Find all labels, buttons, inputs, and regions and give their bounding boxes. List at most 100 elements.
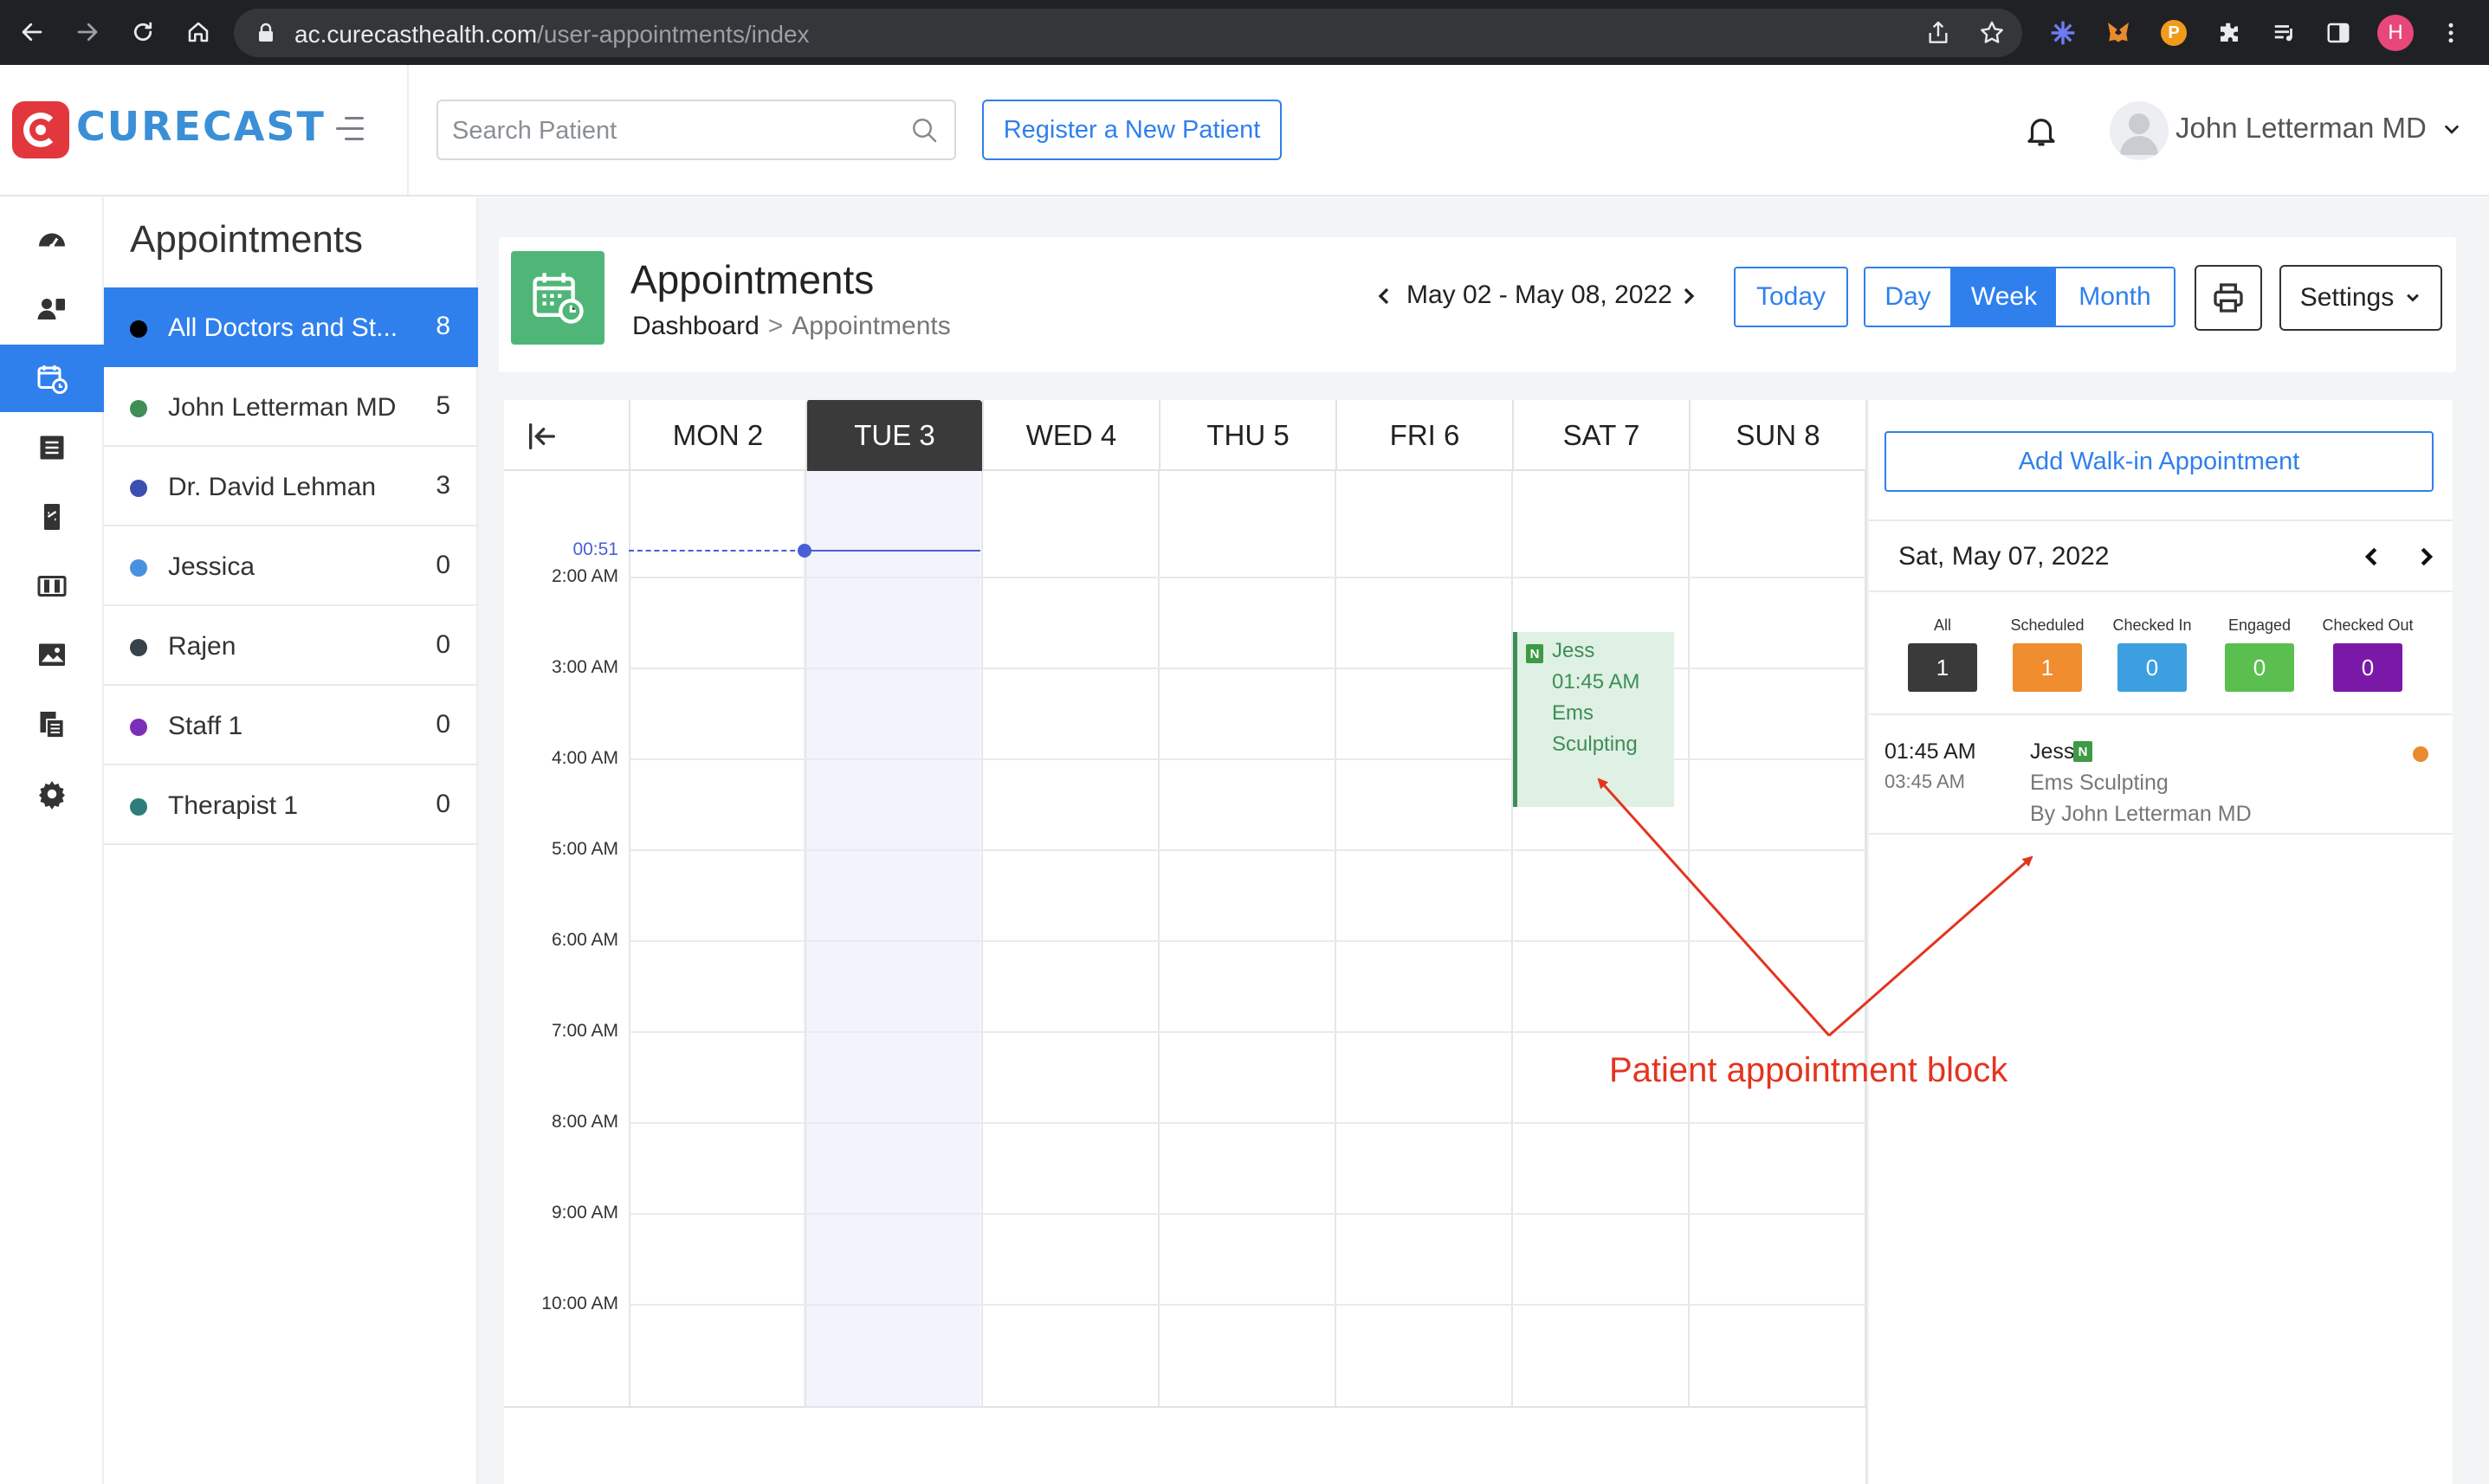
status-filter[interactable]: Checked In 0 xyxy=(2096,616,2208,692)
billing-nav-item[interactable] xyxy=(0,483,104,551)
breadcrumb-current: Appointments xyxy=(792,312,951,340)
doctor-appointment-count: 5 xyxy=(436,391,450,420)
appointment-provider: By John Letterman MD xyxy=(2030,802,2252,826)
forward-icon[interactable] xyxy=(68,12,107,52)
appointment-service-line2: Sculpting xyxy=(1552,732,1638,756)
dashboard-nav-item[interactable] xyxy=(0,206,104,274)
printer-icon xyxy=(2214,283,2243,313)
notification-bell-icon[interactable] xyxy=(2023,112,2059,150)
home-icon[interactable] xyxy=(178,12,218,52)
previous-day-icon[interactable] xyxy=(2359,544,2385,570)
metamask-fox-icon[interactable] xyxy=(2101,16,2136,50)
doctor-appointment-count: 0 xyxy=(436,630,450,659)
status-filter[interactable]: Checked Out 0 xyxy=(2311,616,2424,692)
register-patient-button[interactable]: Register a New Patient xyxy=(982,100,1282,160)
calendar-clock-icon xyxy=(511,251,604,345)
doctor-name: All Doctors and St... xyxy=(168,313,398,342)
patients-nav-item[interactable] xyxy=(0,275,104,343)
annotation-label: Patient appointment block xyxy=(1609,1051,2008,1089)
doctor-appointment-count: 0 xyxy=(436,551,450,579)
share-icon[interactable] xyxy=(1924,19,1952,47)
extensions-icon[interactable] xyxy=(2212,16,2247,50)
patient-search[interactable] xyxy=(436,100,956,160)
doctor-list-item[interactable]: Dr. David Lehman 3 xyxy=(104,447,478,526)
doctor-appointment-count: 0 xyxy=(436,710,450,739)
doctor-list-item[interactable]: All Doctors and St... 8 xyxy=(104,287,478,367)
browser-menu-icon[interactable] xyxy=(2434,16,2468,50)
appointment-list-item[interactable]: 01:45 AM 03:45 AM Jess N Ems Sculpting B… xyxy=(1869,715,2453,835)
month-view-button[interactable]: Month xyxy=(2056,268,2174,326)
search-icon[interactable] xyxy=(909,115,941,146)
status-filter[interactable]: All 1 xyxy=(1886,616,1999,692)
doctors-panel: Appointments All Doctors and St... 8 John … xyxy=(104,197,478,1484)
side-panel-icon[interactable] xyxy=(2321,16,2356,50)
collapse-sidebar-icon[interactable] xyxy=(525,419,559,454)
doctor-color-dot xyxy=(130,400,147,417)
day-column-header[interactable]: TUE 3 xyxy=(805,400,982,471)
reports-icon xyxy=(40,712,65,739)
doctor-list-item[interactable]: Rajen 0 xyxy=(104,606,478,686)
records-nav-item[interactable] xyxy=(0,414,104,481)
print-button[interactable] xyxy=(2195,265,2262,331)
day-column-header[interactable]: SUN 8 xyxy=(1689,400,1865,471)
add-walk-in-button[interactable]: Add Walk-in Appointment xyxy=(1885,431,2434,492)
time-slot-label: 5:00 AM xyxy=(551,839,618,859)
day-column-header[interactable]: WED 4 xyxy=(982,400,1159,471)
appointments-nav-item[interactable] xyxy=(0,345,104,412)
status-filter[interactable]: Engaged 0 xyxy=(2203,616,2316,692)
selected-date: Sat, May 07, 2022 xyxy=(1898,542,2110,571)
doctor-name: Staff 1 xyxy=(168,712,243,740)
browser-profile-avatar[interactable]: H xyxy=(2377,15,2414,51)
doctor-list-item[interactable]: John Letterman MD 5 xyxy=(104,367,478,447)
time-slot-label: 8:00 AM xyxy=(551,1112,618,1132)
doctor-list-item[interactable]: Staff 1 0 xyxy=(104,686,478,765)
next-week-icon[interactable] xyxy=(1675,282,1703,310)
day-column-header[interactable]: MON 2 xyxy=(629,400,805,471)
doctor-list-item[interactable]: Therapist 1 0 xyxy=(104,765,478,845)
settings-nav-item[interactable] xyxy=(0,760,104,828)
doctor-color-dot xyxy=(130,639,147,656)
chevron-down-icon[interactable] xyxy=(2442,120,2461,139)
doctor-list-item[interactable]: Jessica 0 xyxy=(104,526,478,606)
view-switcher: Day Week Month xyxy=(1864,267,2175,327)
next-day-icon[interactable] xyxy=(2413,544,2439,570)
extension-puzzle-blue-icon[interactable] xyxy=(2046,16,2080,50)
url-text: ac.curecasthealth.com/user-appointments/… xyxy=(294,21,810,48)
previous-week-icon[interactable] xyxy=(1370,282,1398,310)
appointment-patient-name[interactable]: Jess xyxy=(2030,739,2074,765)
logo-area: CURECAST xyxy=(0,65,409,195)
day-column-header[interactable]: FRI 6 xyxy=(1335,400,1512,471)
status-filter[interactable]: Scheduled 1 xyxy=(1991,616,2104,692)
user-name[interactable]: John Letterman MD xyxy=(2175,112,2427,145)
appointment-service-line1: Ems xyxy=(1552,701,1594,725)
calendar-grid[interactable]: 2:00 AM 3:00 AM 4:00 AM 5:00 AM 6:00 AM 7:00 … xyxy=(504,471,1867,1406)
calendar-header-row: MON 2 TUE 3 WED 4 THU 5 FRI 6 SAT 7 SUN 8 xyxy=(504,400,1867,471)
settings-dropdown[interactable]: Settings xyxy=(2279,265,2442,331)
address-bar[interactable]: ac.curecasthealth.com/user-appointments/… xyxy=(234,9,2022,57)
time-slot-label: 10:00 AM xyxy=(541,1294,618,1313)
pdf-extension-icon[interactable]: P xyxy=(2156,16,2191,50)
user-avatar[interactable] xyxy=(2110,101,2169,160)
doctor-appointment-count: 0 xyxy=(436,790,450,818)
bookmark-star-icon[interactable] xyxy=(1978,19,2006,47)
breadcrumb-separator: > xyxy=(767,312,784,340)
media-playlist-icon[interactable] xyxy=(2267,16,2302,50)
menu-toggle-icon[interactable] xyxy=(336,117,364,141)
appointment-service: Ems Sculpting xyxy=(2030,771,2169,795)
status-filter-label: Engaged xyxy=(2227,616,2292,634)
today-button[interactable]: Today xyxy=(1734,267,1848,327)
appointment-block[interactable]: N Jess 01:45 AM Ems Sculpting xyxy=(1513,632,1674,807)
search-input[interactable] xyxy=(452,112,885,150)
library-nav-item[interactable] xyxy=(0,552,104,620)
breadcrumb-dashboard[interactable]: Dashboard xyxy=(632,312,760,340)
reports-nav-item[interactable] xyxy=(0,691,104,758)
reload-icon[interactable] xyxy=(123,12,163,52)
week-view-button[interactable]: Week xyxy=(1952,268,2056,326)
day-column-header[interactable]: SAT 7 xyxy=(1512,400,1689,471)
day-view-button[interactable]: Day xyxy=(1865,268,1952,326)
gallery-nav-item[interactable] xyxy=(0,622,104,689)
chevron-down-icon xyxy=(2407,294,2420,302)
back-icon[interactable] xyxy=(12,12,52,52)
day-column-header[interactable]: THU 5 xyxy=(1159,400,1335,471)
doctor-color-dot xyxy=(130,559,147,577)
